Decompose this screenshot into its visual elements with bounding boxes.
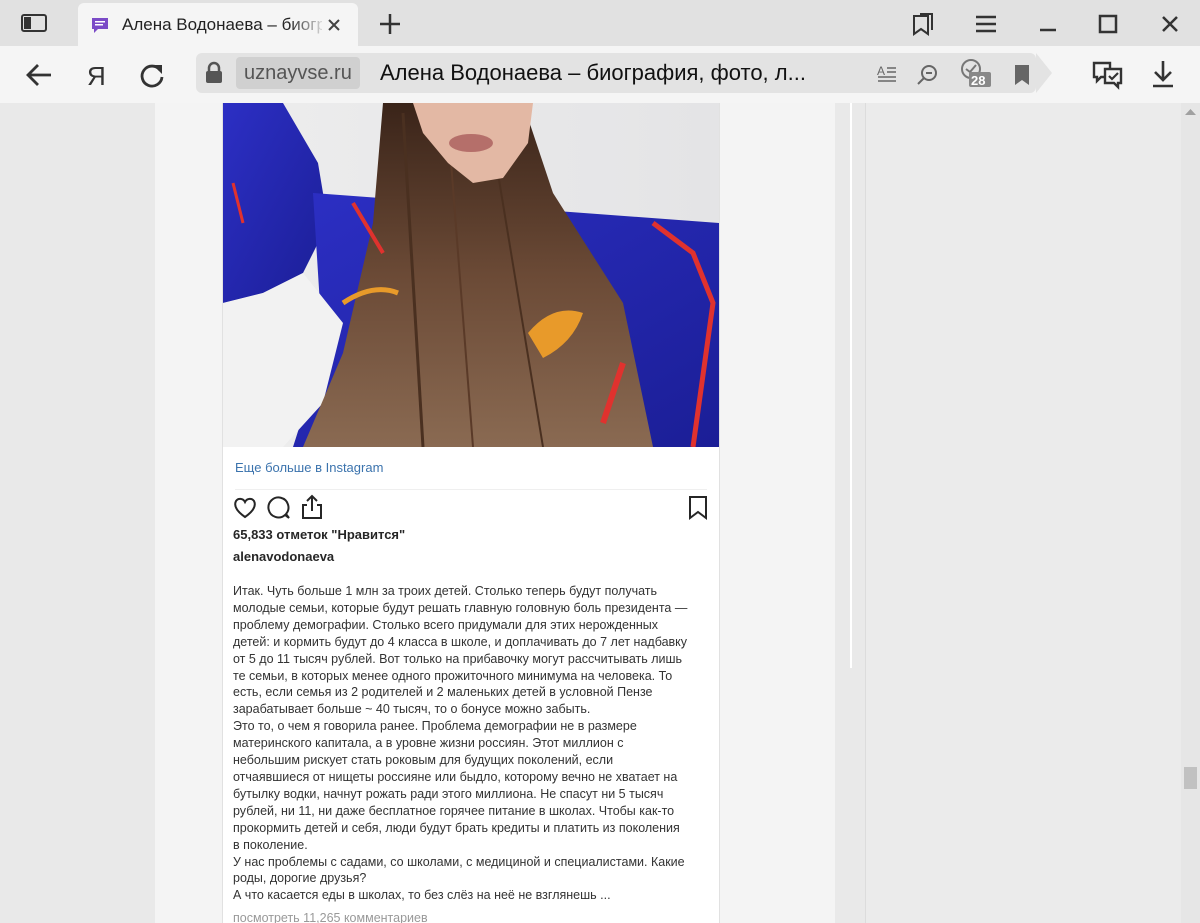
- save-bookmark-icon[interactable]: [687, 495, 709, 521]
- yandex-icon[interactable]: Я: [84, 60, 108, 90]
- sidebar-icon[interactable]: [20, 12, 48, 34]
- window-close-icon[interactable]: [1158, 12, 1182, 36]
- scroll-up-icon[interactable]: [1184, 107, 1197, 117]
- right-sidebar: [865, 103, 1181, 923]
- username[interactable]: alenavodonaeva: [233, 549, 334, 564]
- reader-icon[interactable]: A: [876, 63, 898, 85]
- lock-icon[interactable]: [202, 60, 226, 86]
- svg-text:Я: Я: [87, 61, 106, 90]
- menu-icon[interactable]: [974, 14, 998, 34]
- notifications-icon[interactable]: 28: [958, 57, 992, 89]
- instagram-embed: Еще больше в Instagram 65,833 отметок "Н…: [222, 103, 720, 923]
- minimize-icon[interactable]: [1036, 14, 1060, 34]
- tab-favicon: [92, 18, 108, 33]
- plus-icon[interactable]: [378, 12, 402, 36]
- svg-text:A: A: [877, 64, 885, 78]
- notification-count: 28: [971, 73, 985, 88]
- post-photo[interactable]: [223, 103, 719, 447]
- view-comments-link[interactable]: посмотреть 11,265 комментариев: [233, 911, 428, 923]
- share-icon[interactable]: [299, 493, 325, 521]
- address-page-title[interactable]: Алена Водонаева – биография, фото, л...: [380, 57, 806, 89]
- protect-icon[interactable]: [1090, 59, 1124, 91]
- post-caption: Итак. Чуть больше 1 млн за троих детей. …: [233, 584, 688, 903]
- tab-title-fade: [288, 9, 328, 41]
- address-domain[interactable]: uznayvse.ru: [236, 57, 360, 89]
- bookmark-icon[interactable]: [1012, 63, 1032, 87]
- collections-icon[interactable]: [910, 12, 936, 36]
- comment-icon[interactable]: [266, 495, 292, 521]
- active-tab[interactable]: Алена Водонаева – биография, фото, лична…: [78, 3, 358, 46]
- zoom-icon[interactable]: [916, 63, 940, 87]
- maximize-icon[interactable]: [1096, 12, 1120, 36]
- likes-count[interactable]: 65,833 отметок "Нравится": [233, 527, 405, 542]
- back-icon[interactable]: [24, 62, 54, 88]
- scrollbar-thumb[interactable]: [1184, 767, 1197, 789]
- download-icon[interactable]: [1150, 59, 1176, 89]
- heart-icon[interactable]: [232, 495, 258, 521]
- address-bar: Я uznayvse.ru Алена Водонаева – биографи…: [0, 46, 1200, 104]
- omnibox-arrow: [1036, 53, 1052, 93]
- reload-icon[interactable]: [138, 61, 166, 89]
- tab-bar: Алена Водонаева – биография, фото, лична…: [0, 0, 1200, 46]
- column-divider: [850, 103, 852, 668]
- scrollbar[interactable]: [1181, 103, 1200, 923]
- separator: [235, 489, 707, 490]
- close-icon[interactable]: [324, 15, 344, 35]
- page-viewport: Еще больше в Instagram 65,833 отметок "Н…: [0, 103, 1200, 923]
- more-on-instagram-link[interactable]: Еще больше в Instagram: [235, 460, 383, 475]
